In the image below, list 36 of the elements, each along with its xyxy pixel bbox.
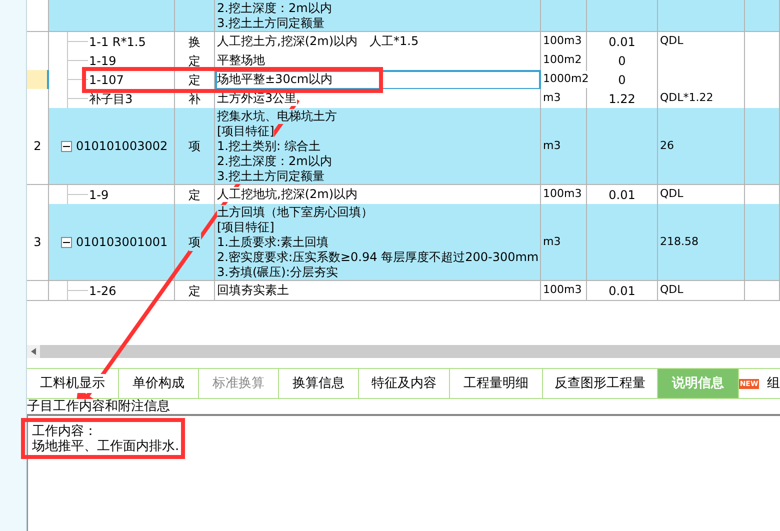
- section-title: 子目工作内容和附注信息: [27, 399, 170, 414]
- type-text: 定: [188, 70, 200, 88]
- name-text: 1.土质要求:素土回填: [217, 234, 328, 250]
- name-text: 1.挖土类别: 综合土: [217, 138, 320, 154]
- type-text: 定: [188, 282, 200, 300]
- row-header[interactable]: 3: [27, 204, 49, 281]
- name-text: 挖集水坑、电梯坑土方: [217, 108, 337, 124]
- scroll-left-button[interactable]: [27, 345, 40, 358]
- name-text: 人工挖土方,挖深(2m)以内 人工*1.5: [217, 34, 419, 49]
- row-header[interactable]: [27, 89, 49, 109]
- name-text: [项目特征]: [217, 220, 274, 234]
- row-header[interactable]: 2: [27, 108, 49, 185]
- name-text: [项目特征]: [217, 124, 274, 138]
- collapse-icon[interactable]: [61, 236, 72, 248]
- name-text: 3.夯填(碾压):分层夯实: [217, 264, 338, 280]
- type-text: 定: [188, 186, 200, 204]
- name-text: 回填夯实素土: [217, 283, 289, 298]
- row-header[interactable]: [27, 281, 49, 301]
- horizontal-scrollbar[interactable]: [27, 345, 780, 358]
- info-text: 工作内容： 场地推平、工作面内排水.: [32, 424, 180, 454]
- name-text: 人工挖地坑,挖深(2m)以内: [217, 187, 358, 202]
- collapse-icon[interactable]: [61, 140, 72, 152]
- name-text: 平整场地: [217, 53, 265, 68]
- name-text: 2.挖土深度：2m以内: [217, 154, 332, 168]
- left-arrow-icon: [31, 348, 36, 355]
- name-text: 2.挖土深度：2m以内: [217, 0, 332, 16]
- type-text: 项: [188, 233, 200, 251]
- name-text: 场地平整±30cm以内: [217, 72, 333, 87]
- row-header[interactable]: [27, 70, 49, 90]
- name-text: 2.密实度要求:压实系数≥0.94 每层厚度不超过200-300mm: [217, 250, 539, 264]
- name-text: 3.挖土土方同定额量: [217, 16, 324, 30]
- table-cell: [745, 0, 780, 32]
- name-text: 3.挖土土方同定额量: [217, 168, 324, 184]
- row-header[interactable]: [27, 51, 49, 71]
- unit-text: 1000m2: [543, 71, 589, 88]
- row-header[interactable]: [27, 0, 49, 32]
